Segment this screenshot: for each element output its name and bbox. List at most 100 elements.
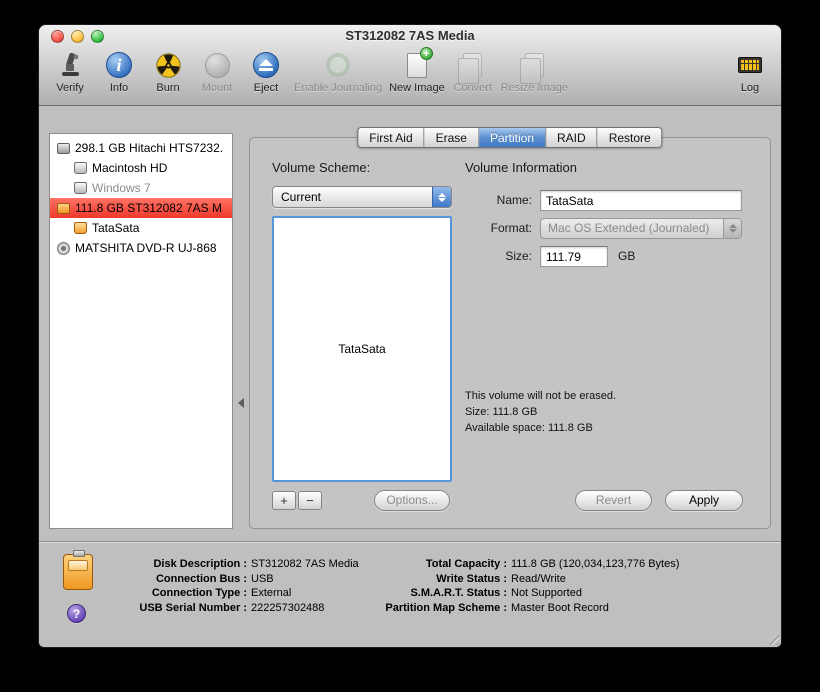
add-partition-button[interactable]: + <box>272 491 296 510</box>
new-image-button[interactable]: + New Image <box>389 50 445 94</box>
zoom-button[interactable] <box>91 30 104 43</box>
enable-journaling-button[interactable]: Enable Journaling <box>294 50 382 94</box>
info-label: Info <box>110 82 128 94</box>
window-header: ST312082 7AS Media Verify i Info <box>39 25 781 106</box>
info-row: Partition Map Scheme : Master Boot Recor… <box>369 601 679 616</box>
format-select[interactable]: Mac OS Extended (Journaled) <box>540 218 742 239</box>
title-bar[interactable]: ST312082 7AS Media <box>39 25 781 47</box>
info-label: Total Capacity : <box>369 557 511 572</box>
note-line: Available space: 111.8 GB <box>465 420 616 436</box>
info-row: Connection Type : External <box>109 586 359 601</box>
sidebar-item-label: Macintosh HD <box>92 161 167 175</box>
pane-tabs: First Aid Erase Partition RAID Restore <box>357 127 662 148</box>
content-area: 298.1 GB Hitachi HTS7232. Macintosh HD W… <box>39 106 781 541</box>
info-value: Master Boot Record <box>511 601 609 616</box>
minimize-button[interactable] <box>71 30 84 43</box>
name-field-label: Name: <box>422 193 532 207</box>
info-column-left: Disk Description : ST312082 7AS Media Co… <box>109 557 359 615</box>
info-icon: i <box>104 50 134 80</box>
tab-erase[interactable]: Erase <box>425 128 479 147</box>
resize-image-icon <box>519 50 549 80</box>
log-icon <box>735 50 765 80</box>
sidebar-collapse-arrow-icon[interactable] <box>238 398 244 408</box>
sidebar-item-label: 111.8 GB ST312082 7AS M <box>75 201 222 215</box>
apply-button[interactable]: Apply <box>665 490 743 511</box>
verify-button[interactable]: Verify <box>49 50 91 94</box>
info-value: Read/Write <box>511 572 566 587</box>
device-sidebar: 298.1 GB Hitachi HTS7232. Macintosh HD W… <box>49 133 233 529</box>
tab-restore[interactable]: Restore <box>598 128 662 147</box>
sidebar-item-optical-drive[interactable]: MATSHITA DVD-R UJ-868 <box>50 238 232 258</box>
burn-icon <box>153 50 183 80</box>
window-resize-grip[interactable] <box>765 631 779 645</box>
format-field-label: Format: <box>422 221 532 235</box>
info-row: Connection Bus : USB <box>109 572 359 587</box>
info-value: ST312082 7AS Media <box>251 557 359 572</box>
volume-icon <box>74 182 87 194</box>
window-title: ST312082 7AS Media <box>39 25 781 47</box>
info-label: Connection Bus : <box>109 572 251 587</box>
eject-button[interactable]: Eject <box>245 50 287 94</box>
mount-label: Mount <box>202 82 233 94</box>
options-button[interactable]: Options... <box>374 490 450 511</box>
convert-icon <box>458 50 488 80</box>
sidebar-item-macintosh-hd[interactable]: Macintosh HD <box>50 158 232 178</box>
internal-disk-icon <box>57 143 70 154</box>
volume-scheme-label: Volume Scheme: <box>272 160 370 175</box>
info-label: Connection Type : <box>109 586 251 601</box>
convert-button[interactable]: Convert <box>452 50 494 94</box>
sidebar-item-internal-disk[interactable]: 298.1 GB Hitachi HTS7232. <box>50 138 232 158</box>
enable-journaling-label: Enable Journaling <box>294 82 382 94</box>
info-label: Partition Map Scheme : <box>369 601 511 616</box>
info-column-right: Total Capacity : 111.8 GB (120,034,123,7… <box>369 557 679 615</box>
disk-utility-window: ST312082 7AS Media Verify i Info <box>38 24 782 648</box>
format-value: Mac OS Extended (Journaled) <box>548 221 709 235</box>
partition-name: TataSata <box>338 342 385 356</box>
info-value: 111.8 GB (120,034,123,776 Bytes) <box>511 557 679 572</box>
info-row: S.M.A.R.T. Status : Not Supported <box>369 586 679 601</box>
sidebar-item-label: Windows 7 <box>92 181 151 195</box>
sidebar-item-tatasata[interactable]: TataSata <box>50 218 232 238</box>
info-row: USB Serial Number : 222257302488 <box>109 601 359 616</box>
sidebar-item-label: 298.1 GB Hitachi HTS7232. <box>75 141 223 155</box>
close-button[interactable] <box>51 30 64 43</box>
new-image-label: New Image <box>389 82 445 94</box>
note-line: Size: 111.8 GB <box>465 404 616 420</box>
new-image-icon: + <box>402 50 432 80</box>
tab-first-aid[interactable]: First Aid <box>358 128 424 147</box>
size-unit-label: GB <box>618 249 635 263</box>
mount-button[interactable]: Mount <box>196 50 238 94</box>
eject-icon <box>251 50 281 80</box>
info-value: USB <box>251 572 274 587</box>
volume-scheme-value: Current <box>281 190 321 204</box>
burn-button[interactable]: Burn <box>147 50 189 94</box>
device-info-panel: ? Disk Description : ST312082 7AS Media … <box>39 541 781 647</box>
name-field[interactable] <box>540 190 742 211</box>
tab-raid[interactable]: RAID <box>546 128 598 147</box>
sidebar-item-label: MATSHITA DVD-R UJ-868 <box>75 241 217 255</box>
size-field[interactable] <box>540 246 608 267</box>
sidebar-item-external-disk[interactable]: 111.8 GB ST312082 7AS M <box>50 198 232 218</box>
remove-partition-button[interactable]: − <box>298 491 322 510</box>
usb-drive-icon <box>63 554 93 590</box>
info-row: Write Status : Read/Write <box>369 572 679 587</box>
partition-pane: First Aid Erase Partition RAID Restore V… <box>249 137 771 529</box>
resize-image-button[interactable]: Resize Image <box>501 50 568 94</box>
external-volume-icon <box>74 222 87 234</box>
sidebar-item-windows-7[interactable]: Windows 7 <box>50 178 232 198</box>
sidebar-item-label: TataSata <box>92 221 139 235</box>
eject-label: Eject <box>254 82 278 94</box>
info-label: Write Status : <box>369 572 511 587</box>
info-label: S.M.A.R.T. Status : <box>369 586 511 601</box>
revert-button[interactable]: Revert <box>575 490 652 511</box>
log-button[interactable]: Log <box>729 50 771 94</box>
info-button[interactable]: i Info <box>98 50 140 94</box>
note-line: This volume will not be erased. <box>465 388 616 404</box>
journaling-icon <box>323 50 353 80</box>
tab-partition[interactable]: Partition <box>479 128 546 147</box>
popup-arrows-icon <box>723 219 741 238</box>
toolbar: Verify i Info <box>39 47 781 106</box>
mount-icon <box>202 50 232 80</box>
burn-label: Burn <box>156 82 179 94</box>
help-button[interactable]: ? <box>67 604 86 623</box>
